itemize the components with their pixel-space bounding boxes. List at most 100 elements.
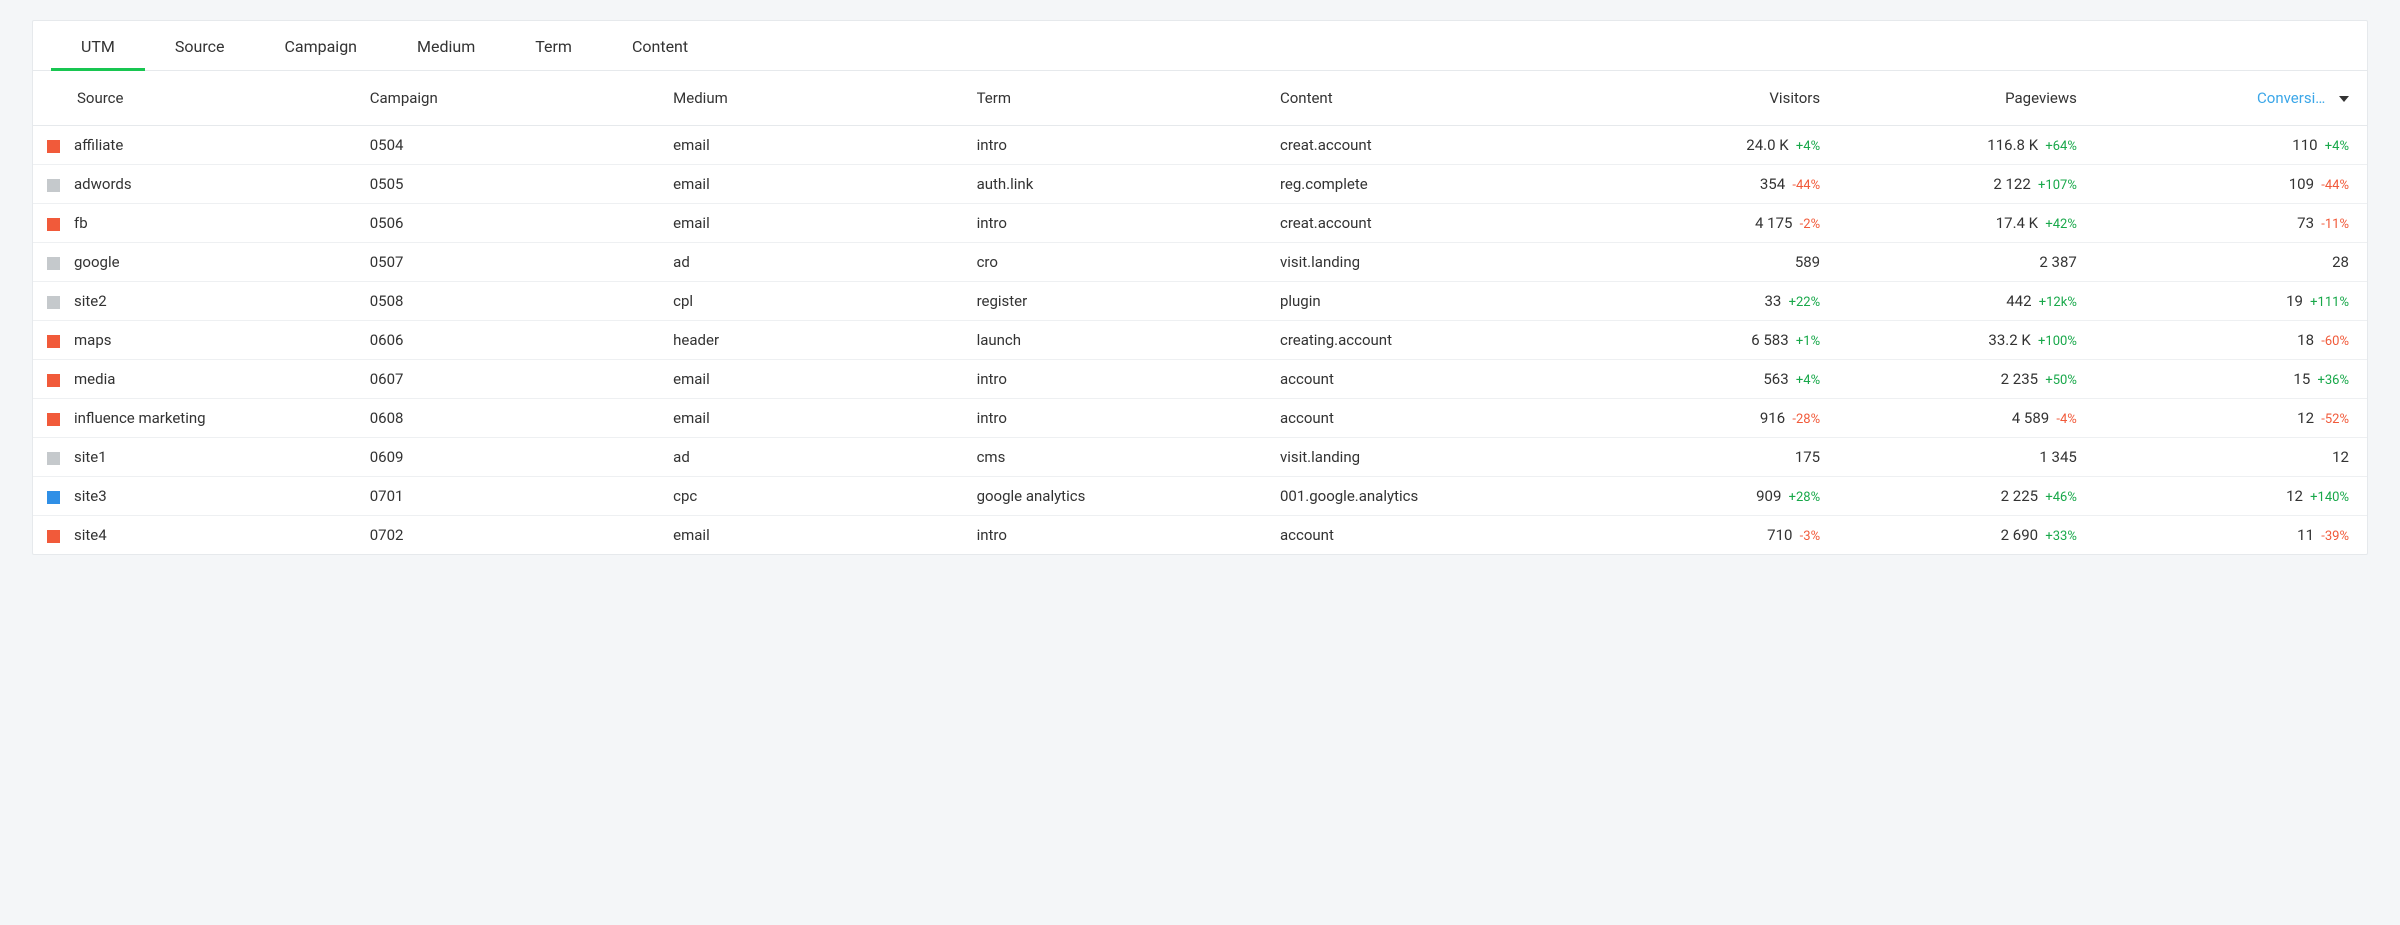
col-header-content[interactable]: Content (1270, 71, 1597, 126)
tab-source[interactable]: Source (145, 21, 255, 70)
cell-source: media (33, 360, 360, 399)
cell-term: intro (967, 126, 1270, 165)
table-row[interactable]: maps0606headerlaunchcreating.account6 58… (33, 321, 2367, 360)
cell-source-text: fb (74, 214, 88, 232)
cell-content: account (1270, 399, 1597, 438)
col-header-pageviews[interactable]: Pageviews (1830, 71, 2087, 126)
cell-pageviews-value: 4 589 (2012, 409, 2049, 427)
table-row[interactable]: media0607emailintroaccount563 +4%2 235 +… (33, 360, 2367, 399)
cell-source-text: influence marketing (74, 409, 206, 427)
cell-campaign: 0608 (360, 399, 663, 438)
cell-pageviews-value: 17.4 K (1996, 214, 2038, 232)
cell-visitors-value: 710 (1767, 526, 1792, 544)
cell-pageviews-value: 2 690 (2001, 526, 2038, 544)
cell-conversions-value: 19 (2286, 292, 2303, 310)
cell-conversions-delta: +36% (2314, 373, 2349, 388)
cell-source-text: site3 (74, 487, 107, 505)
cell-content: plugin (1270, 282, 1597, 321)
cell-visitors-delta: -44% (1789, 178, 1820, 193)
table-row[interactable]: affiliate0504emailintrocreat.account24.0… (33, 126, 2367, 165)
cell-medium: email (663, 399, 966, 438)
tab-utm[interactable]: UTM (51, 21, 145, 70)
cell-conversions-delta: +4% (2322, 139, 2349, 154)
color-square-icon (47, 452, 60, 465)
cell-conversions: 12 +140% (2087, 477, 2367, 516)
cell-term: cro (967, 243, 1270, 282)
color-square-icon (47, 218, 60, 231)
cell-visitors-value: 33 (1765, 292, 1782, 310)
table-row[interactable]: site20508cplregisterplugin33 +22%442 +12… (33, 282, 2367, 321)
cell-pageviews-delta: +12k% (2036, 295, 2077, 310)
cell-pageviews-delta: +50% (2042, 373, 2077, 388)
cell-conversions: 18 -60% (2087, 321, 2367, 360)
col-header-medium[interactable]: Medium (663, 71, 966, 126)
cell-conversions: 19 +111% (2087, 282, 2367, 321)
cell-visitors: 354 -44% (1597, 165, 1830, 204)
tab-content[interactable]: Content (602, 21, 718, 70)
cell-term: intro (967, 516, 1270, 555)
cell-pageviews-value: 442 (2006, 292, 2031, 310)
cell-term: intro (967, 360, 1270, 399)
tab-medium[interactable]: Medium (387, 21, 505, 70)
cell-source-text: affiliate (74, 136, 123, 154)
table-row[interactable]: site30701cpcgoogle analytics001.google.a… (33, 477, 2367, 516)
table-row[interactable]: site10609adcmsvisit.landing1751 34512 (33, 438, 2367, 477)
cell-conversions-delta: -39% (2318, 529, 2349, 544)
cell-conversions: 110 +4% (2087, 126, 2367, 165)
cell-visitors-value: 4 175 (1755, 214, 1792, 232)
cell-content: reg.complete (1270, 165, 1597, 204)
cell-conversions: 109 -44% (2087, 165, 2367, 204)
cell-visitors-delta: -28% (1789, 412, 1820, 427)
tab-term[interactable]: Term (505, 21, 602, 70)
cell-conversions: 28 (2087, 243, 2367, 282)
cell-campaign: 0607 (360, 360, 663, 399)
tab-campaign[interactable]: Campaign (254, 21, 387, 70)
cell-visitors-delta: +4% (1793, 139, 1820, 154)
color-square-icon (47, 530, 60, 543)
cell-visitors-value: 916 (1760, 409, 1785, 427)
table-row[interactable]: fb0506emailintrocreat.account4 175 -2%17… (33, 204, 2367, 243)
cell-conversions-delta: +111% (2307, 295, 2349, 310)
table-row[interactable]: google0507adcrovisit.landing5892 38728 (33, 243, 2367, 282)
cell-conversions-delta: -60% (2318, 334, 2349, 349)
cell-pageviews-delta: -4% (2053, 412, 2077, 427)
col-header-source[interactable]: Source (33, 71, 360, 126)
cell-medium: cpl (663, 282, 966, 321)
cell-conversions-value: 18 (2297, 331, 2314, 349)
cell-pageviews-delta: +107% (2035, 178, 2077, 193)
table-row[interactable]: site40702emailintroaccount710 -3%2 690 +… (33, 516, 2367, 555)
col-header-term[interactable]: Term (967, 71, 1270, 126)
cell-conversions: 11 -39% (2087, 516, 2367, 555)
cell-visitors: 710 -3% (1597, 516, 1830, 555)
cell-visitors-delta: +28% (1785, 490, 1820, 505)
col-header-campaign[interactable]: Campaign (360, 71, 663, 126)
color-square-icon (47, 179, 60, 192)
cell-term: register (967, 282, 1270, 321)
sort-caret-icon (2339, 96, 2349, 102)
col-header-visitors[interactable]: Visitors (1597, 71, 1830, 126)
cell-medium: header (663, 321, 966, 360)
cell-pageviews: 17.4 K +42% (1830, 204, 2087, 243)
cell-pageviews-value: 1 345 (2039, 448, 2076, 466)
color-square-icon (47, 491, 60, 504)
table-row[interactable]: adwords0505emailauth.linkreg.complete354… (33, 165, 2367, 204)
cell-campaign: 0702 (360, 516, 663, 555)
cell-visitors-value: 24.0 K (1746, 136, 1788, 154)
cell-pageviews-value: 2 387 (2039, 253, 2076, 271)
utm-report-panel: UTMSourceCampaignMediumTermContent Sourc… (32, 20, 2368, 555)
cell-visitors-delta: -2% (1796, 217, 1820, 232)
cell-medium: email (663, 360, 966, 399)
cell-term: auth.link (967, 165, 1270, 204)
cell-pageviews-delta: +100% (2035, 334, 2077, 349)
cell-visitors-delta: +4% (1793, 373, 1820, 388)
cell-pageviews-delta: +33% (2042, 529, 2077, 544)
cell-medium: ad (663, 438, 966, 477)
color-square-icon (47, 296, 60, 309)
table-row[interactable]: influence marketing0608emailintroaccount… (33, 399, 2367, 438)
cell-source: site2 (33, 282, 360, 321)
col-header-conversions[interactable]: Conversi… (2087, 71, 2367, 126)
cell-conversions-delta: +140% (2307, 490, 2349, 505)
cell-visitors: 563 +4% (1597, 360, 1830, 399)
cell-source: site4 (33, 516, 360, 555)
cell-pageviews: 116.8 K +64% (1830, 126, 2087, 165)
